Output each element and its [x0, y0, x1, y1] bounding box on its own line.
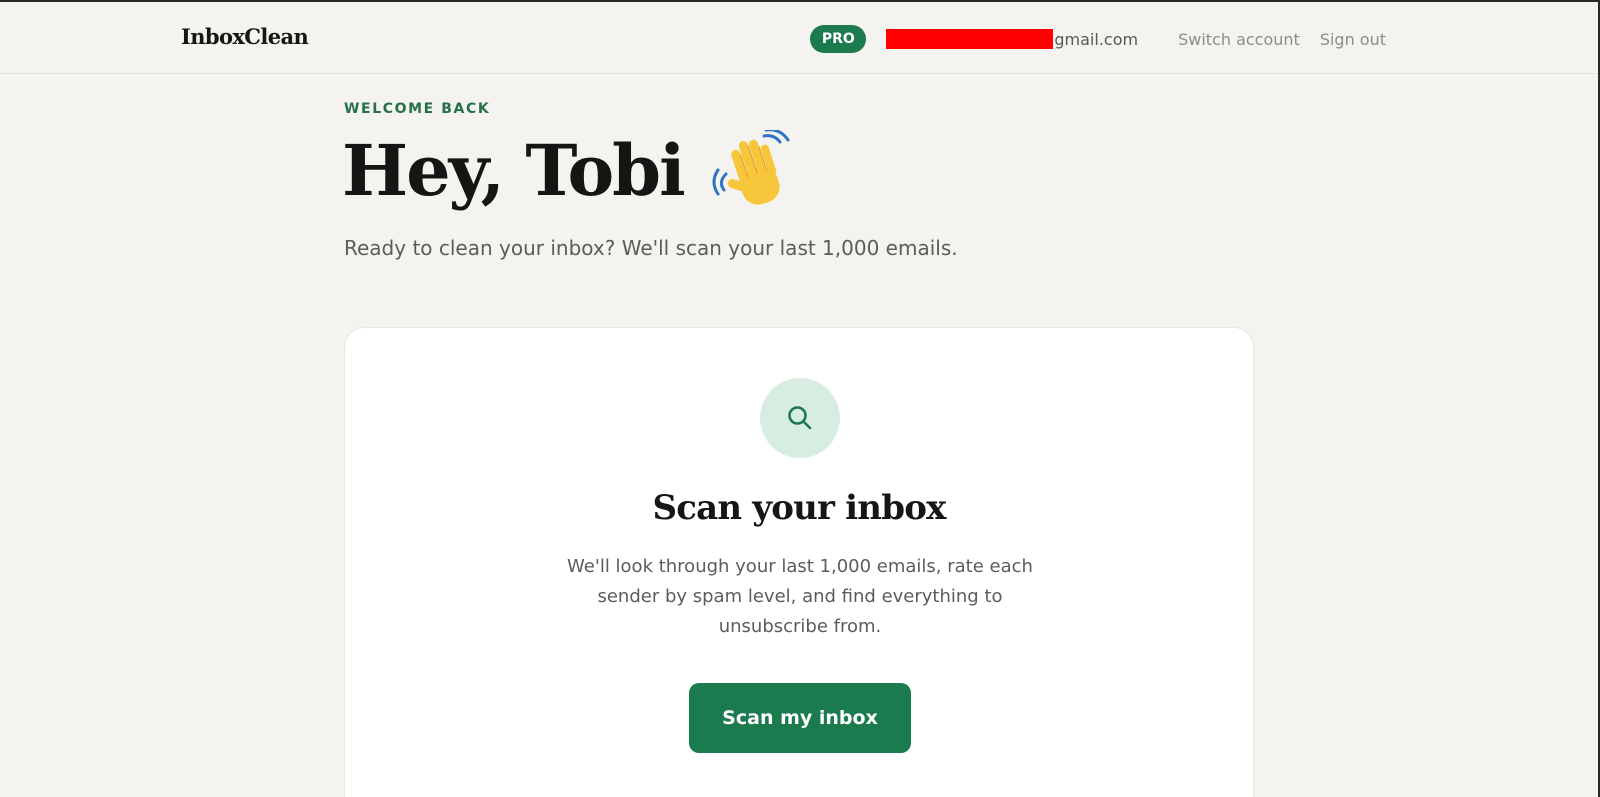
- scan-card-title: Scan your inbox: [652, 488, 946, 528]
- switch-account-link[interactable]: Switch account: [1178, 30, 1300, 49]
- welcome-subtitle: Ready to clean your inbox? We'll scan yo…: [344, 236, 958, 260]
- waving-hand-icon: [712, 130, 790, 205]
- scan-card-description: We'll look through your last 1,000 email…: [567, 556, 1033, 637]
- top-bar: InboxClean PRO gmail.com Switch account …: [0, 2, 1598, 74]
- pro-badge: PRO: [810, 25, 867, 53]
- scan-inbox-button[interactable]: Scan my inbox: [689, 683, 911, 753]
- sign-out-link[interactable]: Sign out: [1320, 30, 1386, 49]
- search-icon: [788, 406, 812, 430]
- account-email: gmail.com: [886, 29, 1138, 49]
- greeting-text: Hey, Tobi: [342, 129, 686, 212]
- scan-card: Scan your inbox We'll look through your …: [344, 327, 1254, 797]
- account-nav: PRO gmail.com Switch account Sign out: [810, 24, 1386, 54]
- scan-icon-badge: [760, 378, 840, 458]
- brand-logo[interactable]: InboxClean: [181, 24, 309, 49]
- email-redaction: [886, 29, 1054, 49]
- page: InboxClean PRO gmail.com Switch account …: [0, 0, 1600, 797]
- greeting-heading: Hey, Tobi: [342, 130, 796, 212]
- email-suffix: gmail.com: [1054, 29, 1139, 49]
- welcome-eyebrow: WELCOME BACK: [344, 101, 491, 117]
